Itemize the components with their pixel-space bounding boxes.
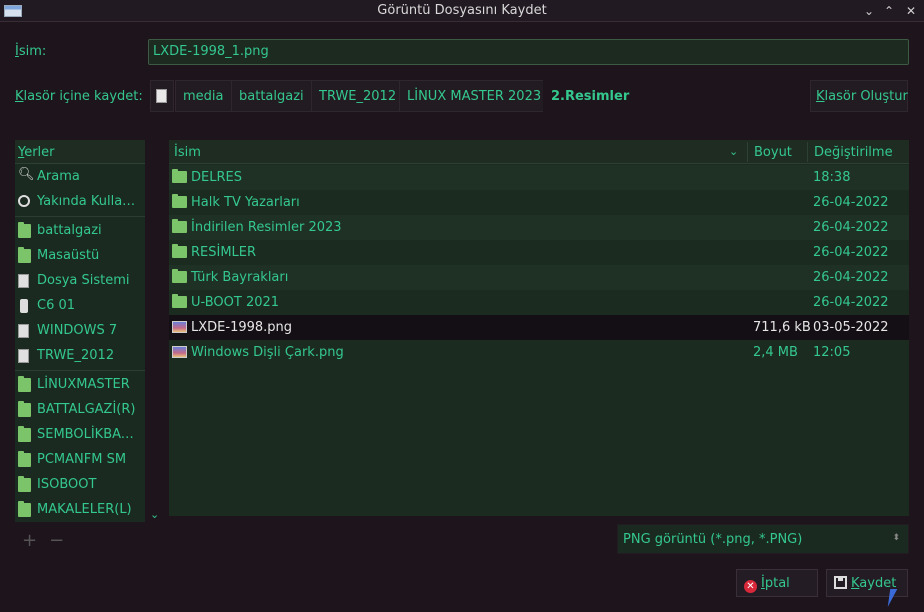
close-button[interactable]: ✕ xyxy=(906,4,916,18)
drive-icon xyxy=(18,349,29,363)
place-isoboot[interactable]: ISOBOOT xyxy=(15,473,145,498)
column-divider[interactable] xyxy=(807,142,808,162)
remove-place-button[interactable]: − xyxy=(49,530,64,551)
breadcrumb-battalgazi[interactable]: battalgazi xyxy=(231,80,312,112)
file-row[interactable]: DELRES 18:38 xyxy=(169,165,909,190)
folder-icon xyxy=(18,476,31,492)
column-name[interactable]: İsim xyxy=(174,145,201,160)
place-sembolikbag[interactable]: SEMBOLİKBAĞ... xyxy=(15,423,145,448)
place-desktop[interactable]: Masaüstü xyxy=(15,244,145,269)
folder-icon xyxy=(172,169,187,183)
folder-icon xyxy=(172,219,187,233)
place-trwe-2012[interactable]: TRWE_2012 xyxy=(15,344,145,369)
drive-icon xyxy=(18,274,29,288)
name-label: İsim: xyxy=(15,44,47,59)
column-size[interactable]: Boyut xyxy=(754,145,792,160)
place-c6-01[interactable]: C6 01 xyxy=(15,294,145,319)
file-row[interactable]: Halk TV Yazarları 26-04-2022 xyxy=(169,190,909,215)
breadcrumb-trwe-2012[interactable]: TRWE_2012 xyxy=(311,80,405,112)
folder-icon xyxy=(18,451,31,467)
title-bar: Görüntü Dosyasını Kaydet ⌄ ⌃ ✕ xyxy=(0,0,924,22)
place-battalgazi-r[interactable]: BATTALGAZİ(R) xyxy=(15,398,145,423)
window-title: Görüntü Dosyasını Kaydet xyxy=(377,3,547,18)
minimize-button[interactable]: ⌄ xyxy=(864,4,874,18)
search-icon: 🔍︎ xyxy=(18,167,35,182)
filename-input[interactable]: LXDE-1998_1.png xyxy=(148,39,909,65)
floppy-disk-icon xyxy=(834,576,847,589)
image-file-icon xyxy=(172,321,187,333)
folder-icon xyxy=(18,501,31,517)
updown-arrow-icon: ⬍ xyxy=(892,533,900,543)
place-home[interactable]: battalgazi xyxy=(15,219,145,244)
file-row[interactable]: Windows Dişli Çark.png 2,4 MB 12:05 xyxy=(169,340,909,365)
folder-icon xyxy=(18,376,31,392)
file-list-header: İsim ⌄ Boyut Değiştirilme xyxy=(169,140,909,164)
sort-chevron-icon: ⌄ xyxy=(729,145,739,158)
places-separator xyxy=(15,370,145,371)
place-filesystem[interactable]: Dosya Sistemi xyxy=(15,269,145,294)
breadcrumb-drive[interactable] xyxy=(150,80,174,112)
file-list: İsim ⌄ Boyut Değiştirilme DELRES 18:38 Ha… xyxy=(169,140,909,516)
mouse-cursor-icon xyxy=(887,589,898,607)
places-sidebar: Yerler 🔍︎ Arama Yakında Kullanı... battal… xyxy=(15,140,145,522)
file-row[interactable]: U-BOOT 2021 26-04-2022 xyxy=(169,290,909,315)
folder-icon xyxy=(18,426,31,442)
place-linuxmaster[interactable]: LİNUXMASTER xyxy=(15,373,145,398)
create-folder-button[interactable]: Klasör Oluştur xyxy=(810,80,908,112)
file-row[interactable]: RESİMLER 26-04-2022 xyxy=(169,240,909,265)
place-windows-7[interactable]: WINDOWS 7 xyxy=(15,319,145,344)
save-in-folder-label: Klasör içine kaydet: xyxy=(15,89,143,104)
places-scrollbar[interactable]: ⌄ xyxy=(148,140,162,522)
folder-icon xyxy=(172,269,187,283)
maximize-button[interactable]: ⌃ xyxy=(884,4,894,18)
places-separator xyxy=(15,216,145,217)
column-modified[interactable]: Değiştirilme xyxy=(814,145,893,160)
place-recent[interactable]: Yakında Kullanı... xyxy=(15,190,145,215)
folder-icon xyxy=(18,401,31,417)
image-file-icon xyxy=(172,346,187,358)
file-row-selected[interactable]: LXDE-1998.png 711,6 kB 03-05-2022 xyxy=(169,315,909,340)
file-row[interactable]: Türk Bayrakları 26-04-2022 xyxy=(169,265,909,290)
breadcrumb-2-resimler[interactable]: 2.Resimler xyxy=(543,80,638,112)
cancel-icon: ✕ xyxy=(744,580,757,593)
breadcrumb-media[interactable]: media xyxy=(175,80,232,112)
place-search[interactable]: 🔍︎ Arama xyxy=(15,165,145,190)
cancel-button[interactable]: ✕ İptal xyxy=(736,569,818,597)
folder-icon xyxy=(172,244,187,258)
chevron-down-icon[interactable]: ⌄ xyxy=(150,508,159,521)
column-divider[interactable] xyxy=(747,142,748,162)
desktop-folder-icon xyxy=(18,247,31,263)
phone-icon xyxy=(20,299,28,313)
folder-icon xyxy=(172,194,187,208)
add-place-button[interactable]: + xyxy=(22,530,37,551)
clock-icon xyxy=(18,195,30,207)
home-folder-icon xyxy=(18,222,31,238)
place-makaleler-l[interactable]: MAKALELER(L) xyxy=(15,498,145,522)
place-pcmanfm-sm[interactable]: PCMANFM SM xyxy=(15,448,145,473)
file-row[interactable]: İndirilen Resimler 2023 26-04-2022 xyxy=(169,215,909,240)
folder-icon xyxy=(172,294,187,308)
drive-icon xyxy=(156,89,167,103)
file-type-filter-select[interactable]: PNG görüntü (*.png, *.PNG) ⬍ xyxy=(617,524,909,554)
places-header[interactable]: Yerler xyxy=(15,140,145,164)
places-edit-buttons: + − xyxy=(22,530,76,551)
drive-icon xyxy=(18,324,29,338)
breadcrumb-linux-master-2023[interactable]: LİNUX MASTER 2023 xyxy=(399,80,550,112)
